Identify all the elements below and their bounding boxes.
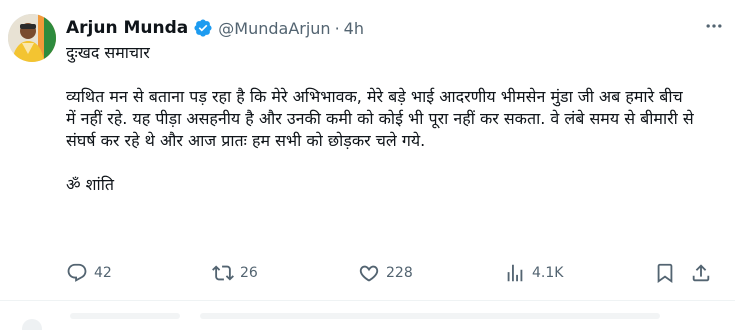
next-tweet-preview: [0, 301, 735, 330]
reply-icon: [67, 263, 87, 282]
more-options-button[interactable]: [702, 14, 726, 38]
views-button[interactable]: 4.1K: [504, 260, 563, 286]
reply-button[interactable]: 42: [66, 260, 112, 286]
retweet-icon: [212, 265, 234, 281]
next-tweet-avatar: [22, 319, 42, 330]
tweet-actions: 42 26 228 4.1K: [60, 260, 720, 286]
share-button[interactable]: [690, 260, 712, 286]
bookmark-icon: [657, 263, 673, 284]
like-button[interactable]: 228: [358, 260, 413, 286]
tweet-text: दुःखद समाचार व्यथित मन से बताना पड़ रहा …: [66, 42, 696, 196]
tweet-card[interactable]: Arjun Munda @MundaArjun · 4h दुःखद समाचा…: [0, 0, 735, 300]
next-tweet-placeholder: [200, 313, 660, 319]
next-tweet-placeholder: [70, 313, 180, 319]
like-count: 228: [386, 265, 413, 281]
header-separator: ·: [334, 18, 340, 38]
reply-count: 42: [94, 265, 112, 281]
verified-badge-icon: [193, 18, 213, 38]
more-dots-icon: [706, 24, 722, 28]
bookmark-button[interactable]: [654, 260, 676, 286]
tweet-timestamp[interactable]: 4h: [344, 19, 364, 38]
tweet-paragraph: व्यथित मन से बताना पड़ रहा है कि मेरे अभ…: [66, 87, 694, 150]
share-icon: [692, 264, 710, 282]
author-handle[interactable]: @MundaArjun: [218, 19, 330, 38]
author-name[interactable]: Arjun Munda: [66, 18, 188, 38]
retweet-count: 26: [240, 265, 258, 281]
heart-icon: [359, 265, 379, 282]
tweet-closing: ॐ शांति: [66, 175, 114, 194]
tweet-heading: दुःखद समाचार: [66, 43, 150, 62]
retweet-button[interactable]: 26: [212, 260, 258, 286]
views-count: 4.1K: [532, 265, 564, 281]
analytics-icon: [507, 264, 523, 282]
tweet-header: Arjun Munda @MundaArjun · 4h: [66, 15, 364, 41]
avatar[interactable]: [8, 14, 56, 62]
avatar-image: [8, 14, 56, 62]
